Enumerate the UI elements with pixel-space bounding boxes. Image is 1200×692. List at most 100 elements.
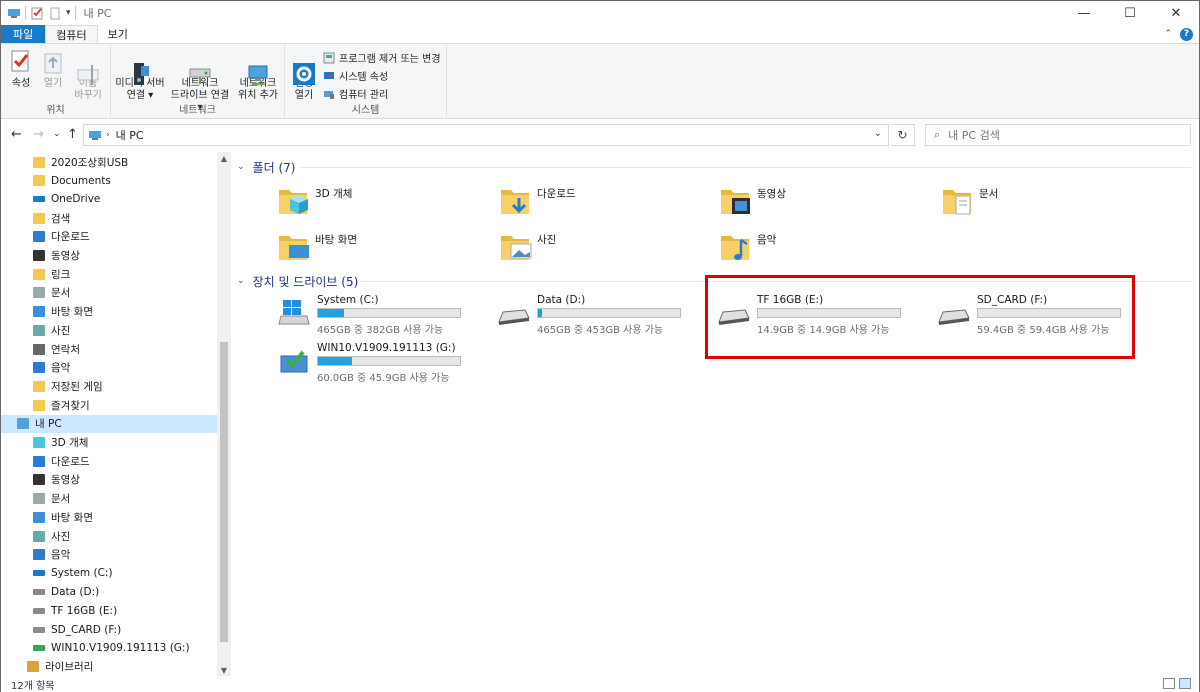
drive-item[interactable]: WIN10.V1909.191113 (G:) 60.0GB 중 45.9GB 사… (277, 342, 477, 384)
ribbon-tabs: 파일 컴퓨터 보기 ⌃ ? (1, 25, 1199, 43)
drive-item[interactable]: Data (D:) 465GB 중 453GB 사용 가능 (497, 294, 697, 336)
recent-locations-chevron-icon[interactable]: ⌄ (53, 129, 61, 139)
nav-scrollbar[interactable]: ▲ ▼ (217, 152, 231, 676)
properties-button[interactable]: 속성 (7, 48, 35, 90)
nav-item[interactable]: 음악 (1, 546, 217, 564)
drive-item[interactable]: System (C:) 465GB 중 382GB 사용 가능 (277, 294, 477, 336)
folders-section-header[interactable]: ⌄ 폴더 (7) (237, 158, 295, 176)
nav-item[interactable]: TF 16GB (E:) (1, 602, 217, 620)
help-icon[interactable]: ? (1180, 27, 1193, 41)
scrollbar-thumb[interactable] (220, 342, 228, 642)
open-button[interactable]: 열기 (39, 48, 67, 90)
nav-item[interactable]: 링크 (1, 265, 217, 283)
nav-item[interactable]: 문서 (1, 490, 217, 508)
nav-item[interactable]: 2020조상회USB (1, 153, 217, 171)
address-history-chevron-icon[interactable]: ⌄ (874, 128, 882, 139)
close-button[interactable]: ✕ (1153, 1, 1199, 25)
nav-item[interactable]: 즐겨찾기 (1, 396, 217, 414)
forward-arrow-icon[interactable]: → (33, 127, 44, 142)
refresh-button[interactable]: ↻ (891, 124, 915, 146)
new-folder-icon[interactable] (48, 6, 62, 20)
up-arrow-icon[interactable]: ↑ (67, 127, 78, 142)
nav-item[interactable]: 다운로드 (1, 228, 217, 246)
drive-usage-fill (318, 309, 344, 317)
document-icon (33, 493, 45, 505)
settings-gear-icon (290, 48, 318, 85)
properties-check-icon[interactable] (30, 6, 44, 20)
nav-item[interactable]: 문서 (1, 284, 217, 302)
folder-name: 문서 (979, 188, 999, 200)
nav-item[interactable]: Documents (1, 172, 217, 190)
large-icons-view-icon[interactable] (1179, 678, 1191, 689)
drives-section-header[interactable]: ⌄ 장치 및 드라이브 (5) (237, 272, 358, 290)
nav-item[interactable]: 동영상 (1, 471, 217, 489)
computer-management-button[interactable]: 컴퓨터 관리 (323, 86, 388, 101)
folder-item[interactable]: 다운로드 (499, 184, 699, 224)
tab-computer[interactable]: 컴퓨터 (45, 25, 98, 43)
nav-item[interactable]: 3D 개체 (1, 434, 217, 452)
add-network-location-button[interactable]: 네트워크 위치 추가 (233, 48, 283, 102)
folder-item[interactable]: 3D 개체 (277, 184, 477, 224)
minimize-button[interactable]: — (1061, 1, 1107, 25)
tab-file[interactable]: 파일 (1, 25, 46, 43)
media-server-button[interactable]: 미디어 서버 연결 ▾ (113, 48, 167, 102)
nav-item[interactable]: 라이브러리 (1, 658, 217, 676)
file-explorer-window: ▾ 내 PC — ☐ ✕ 파일 컴퓨터 보기 ⌃ ? 속성 열기 이름 바꾸기 … (0, 0, 1200, 692)
nav-item[interactable]: 사진 (1, 321, 217, 339)
folder-item[interactable]: 동영상 (719, 184, 919, 224)
properties-check-icon (7, 48, 35, 76)
collapse-ribbon-icon[interactable]: ⌃ (1164, 29, 1172, 39)
collapse-chevron-icon[interactable]: ⌄ (237, 162, 245, 172)
ribbon-group-system: 설정 열기 프로그램 제거 또는 변경 시스템 속성 컴퓨터 관리 시스템 (285, 44, 447, 119)
this-pc-icon (88, 130, 102, 141)
nav-item[interactable]: SD_CARD (F:) (1, 621, 217, 639)
nav-item[interactable]: 검색 (1, 209, 217, 227)
maximize-button[interactable]: ☐ (1107, 1, 1153, 25)
nav-item[interactable]: 음악 (1, 359, 217, 377)
nav-item[interactable]: 다운로드 (1, 452, 217, 470)
collapse-chevron-icon[interactable]: ⌄ (237, 276, 245, 286)
nav-item[interactable]: 연락처 (1, 340, 217, 358)
scroll-down-icon[interactable]: ▼ (217, 664, 231, 676)
drive-usage-bar (317, 356, 461, 366)
open-settings-button[interactable]: 설정 열기 (289, 48, 319, 102)
folder-icon (33, 156, 45, 168)
details-view-icon[interactable] (1163, 678, 1175, 689)
scroll-up-icon[interactable]: ▲ (217, 152, 231, 164)
nav-item-label: 내 PC (35, 418, 62, 431)
desktop-icon (33, 511, 45, 523)
folder-item[interactable]: 바탕 화면 (277, 230, 477, 270)
nav-item[interactable]: 바탕 화면 (1, 508, 217, 526)
nav-item[interactable]: 사진 (1, 527, 217, 545)
tab-view[interactable]: 보기 (98, 25, 138, 43)
nav-item[interactable]: System (C:) (1, 564, 217, 582)
quick-access-toolbar: ▾ (1, 6, 76, 20)
back-arrow-icon[interactable]: ← (11, 127, 22, 142)
install-media-drive-icon (277, 346, 311, 376)
breadcrumb-this-pc[interactable]: 내 PC (116, 127, 144, 143)
nav-item[interactable]: OneDrive (1, 190, 217, 208)
folder-item[interactable]: 음악 (719, 230, 919, 270)
folder-icon (33, 175, 45, 187)
nav-item[interactable]: Data (D:) (1, 583, 217, 601)
nav-item[interactable]: WIN10.V1909.191113 (G:) (1, 639, 217, 657)
folder-item[interactable]: 사진 (499, 230, 699, 270)
customize-qat-icon[interactable]: ▾ (66, 8, 71, 18)
folder-name: 사진 (537, 234, 557, 246)
download-icon (33, 455, 45, 467)
folder-item[interactable]: 문서 (941, 184, 1141, 224)
drive-free-space: 60.0GB 중 45.9GB 사용 가능 (317, 373, 450, 384)
nav-item[interactable]: 동영상 (1, 247, 217, 265)
uninstall-program-button[interactable]: 프로그램 제거 또는 변경 (323, 50, 441, 65)
system-properties-button[interactable]: 시스템 속성 (323, 68, 388, 83)
music-folder-icon (719, 230, 753, 264)
address-bar[interactable]: › 내 PC ⌄ (83, 124, 889, 146)
nav-item[interactable]: 바탕 화면 (1, 303, 217, 321)
search-box[interactable]: ⌕ 내 PC 검색 (925, 124, 1191, 146)
nav-item[interactable]: 저장된 게임 (1, 377, 217, 395)
nav-item[interactable]: 내 PC (1, 414, 217, 433)
onedrive-icon (33, 196, 45, 203)
rename-button[interactable]: 이름 바꾸기 (71, 48, 105, 102)
3d-objects-icon (33, 437, 45, 448)
section-divider (301, 167, 1191, 168)
